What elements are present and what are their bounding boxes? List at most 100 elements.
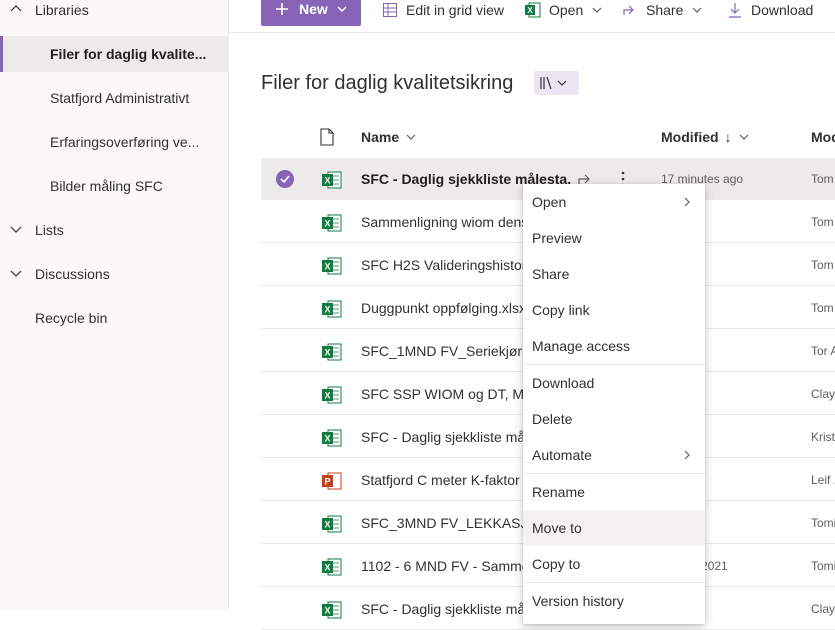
nav-library-filer[interactable]: Filer for daglig kvalite... [0, 36, 228, 72]
file-modified-by: Tom [811, 172, 834, 186]
menu-item-copy-to[interactable]: Copy to [523, 546, 705, 582]
nav-library-label: Erfaringsoverføring ve... [50, 134, 200, 150]
svg-text:X: X [324, 563, 330, 573]
chevron-up-icon [10, 5, 22, 12]
new-button-label: New [299, 1, 328, 17]
nav-section-lists[interactable]: Lists [0, 212, 228, 248]
menu-item-version-history[interactable]: Version history [523, 583, 705, 619]
sort-descending-icon: ↓ [724, 129, 732, 145]
excel-file-icon: X [322, 300, 342, 323]
menu-item-label: Delete [532, 411, 573, 427]
open-label: Open [549, 2, 584, 18]
chevron-down-icon [406, 134, 416, 140]
svg-text:X: X [324, 348, 330, 358]
context-menu: Open Preview Share Copy link Manage acce… [523, 184, 705, 624]
menu-item-delete[interactable]: Delete [523, 401, 705, 437]
menu-item-manage-access[interactable]: Manage access [523, 328, 705, 364]
view-switcher-button[interactable] [534, 71, 579, 95]
open-button[interactable]: X Open [525, 0, 611, 20]
menu-item-open[interactable]: Open [523, 184, 705, 220]
svg-text:P: P [324, 477, 330, 487]
chevron-down-icon [692, 7, 702, 13]
chevron-down-icon [10, 226, 22, 233]
excel-file-icon: X [322, 386, 342, 409]
menu-item-preview[interactable]: Preview [523, 220, 705, 256]
powerpoint-file-icon: P [322, 472, 342, 495]
excel-file-icon: X [322, 343, 342, 366]
name-column-header[interactable]: Name [361, 122, 417, 152]
excel-icon: X [525, 2, 541, 18]
download-button[interactable]: Download [727, 0, 813, 20]
new-button[interactable]: New [261, 0, 361, 26]
svg-text:X: X [324, 176, 330, 186]
svg-text:X: X [324, 305, 330, 315]
nav-library-bilder[interactable]: Bilder måling SFC [0, 168, 228, 204]
library-view-icon [540, 76, 567, 90]
file-modified-by: Tor A [811, 344, 835, 358]
chevron-down-icon [739, 134, 748, 140]
menu-item-download[interactable]: Download [523, 365, 705, 401]
menu-item-copy-link[interactable]: Copy link [523, 292, 705, 328]
menu-item-label: Share [532, 266, 570, 282]
menu-item-label: Copy link [532, 302, 590, 318]
menu-item-label: Version history [532, 593, 624, 609]
command-bar: New Edit in grid view X Open Share Downl… [229, 0, 835, 33]
menu-item-label: Copy to [532, 556, 581, 572]
nav-section-label: Libraries [35, 2, 89, 18]
menu-item-move-to[interactable]: Move to [523, 510, 705, 546]
nav-library-statfjord[interactable]: Statfjord Administrativt [0, 80, 228, 116]
svg-text:X: X [324, 434, 330, 444]
nav-section-discussions[interactable]: Discussions [0, 256, 228, 292]
name-column-label: Name [361, 129, 400, 145]
svg-text:X: X [324, 520, 330, 530]
menu-item-share[interactable]: Share [523, 256, 705, 292]
chevron-right-icon [684, 450, 690, 460]
share-label: Share [646, 2, 684, 18]
excel-file-icon: X [322, 171, 342, 194]
modified-column-label: Modified [661, 129, 719, 145]
file-modified-by: Tomi [811, 516, 835, 530]
modified-column-header[interactable]: Modified ↓ [661, 122, 750, 152]
chevron-right-icon [684, 197, 690, 207]
nav-section-label: Discussions [35, 266, 110, 282]
menu-item-rename[interactable]: Rename [523, 474, 705, 510]
menu-item-label: Automate [532, 447, 592, 463]
menu-item-label: Rename [532, 484, 585, 500]
excel-file-icon: X [322, 601, 342, 624]
chevron-down-icon [10, 270, 22, 277]
modified-by-column-header[interactable]: Mod [811, 122, 835, 152]
chevron-down-icon [592, 7, 602, 13]
file-type-column-header[interactable] [319, 122, 335, 152]
nav-section-libraries[interactable]: Libraries [0, 0, 228, 28]
menu-item-label: Open [532, 194, 567, 210]
nav-library-erfaring[interactable]: Erfaringsoverføring ve... [0, 124, 228, 160]
menu-item-label: Manage access [532, 338, 631, 354]
nav-library-label: Statfjord Administrativt [50, 90, 190, 106]
file-modified-by: Krist [811, 430, 835, 444]
svg-text:X: X [324, 219, 330, 229]
menu-item-automate[interactable]: Automate [523, 437, 705, 473]
selected-check-icon[interactable] [276, 170, 294, 188]
library-title: Filer for daglig kvalitetsikring [261, 72, 514, 94]
svg-text:X: X [324, 391, 330, 401]
modified-by-column-label: Mod [811, 129, 835, 145]
menu-item-label: Preview [532, 230, 582, 246]
nav-recycle-bin[interactable]: Recycle bin [0, 300, 228, 336]
left-navigation: Libraries Filer for daglig kvalite... St… [0, 0, 229, 611]
nav-section-label: Lists [35, 222, 64, 238]
file-modified-by: Tom [811, 258, 834, 272]
menu-item-label: Move to [532, 520, 582, 536]
excel-file-icon: X [322, 214, 342, 237]
download-label: Download [751, 2, 814, 18]
file-modified-by: Leif . [811, 473, 835, 487]
excel-file-icon: X [322, 429, 342, 452]
file-modified-by: Tom [811, 215, 834, 229]
file-modified-by: Tom [811, 301, 834, 315]
share-button[interactable]: Share [622, 0, 711, 20]
edit-grid-view-button[interactable]: Edit in grid view [382, 0, 504, 20]
file-modified-by: Tomi [811, 559, 835, 573]
plus-icon [276, 3, 288, 15]
edit-grid-view-label: Edit in grid view [406, 2, 505, 18]
nav-library-label: Filer for daglig kvalite... [50, 46, 207, 62]
excel-file-icon: X [322, 558, 342, 581]
